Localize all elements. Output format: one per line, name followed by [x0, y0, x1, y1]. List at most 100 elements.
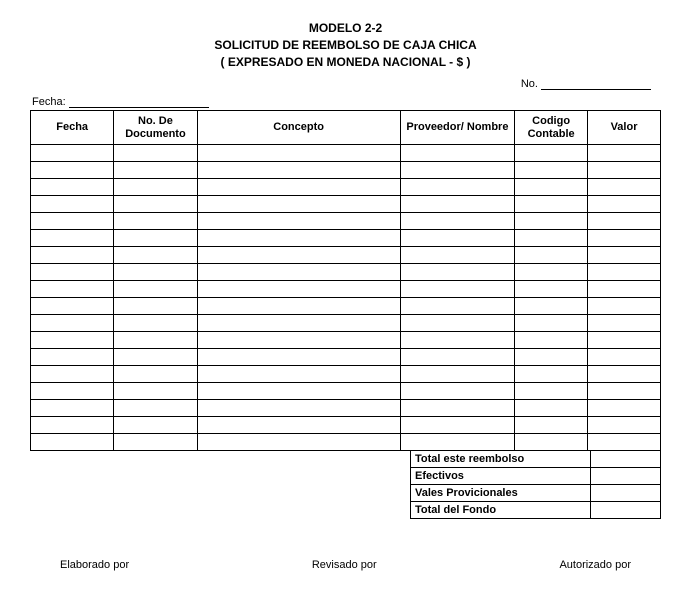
cell-concepto[interactable]	[197, 400, 400, 417]
cell-cod[interactable]	[515, 196, 588, 213]
cell-prov[interactable]	[400, 417, 515, 434]
cell-concepto[interactable]	[197, 247, 400, 264]
cell-cod[interactable]	[515, 162, 588, 179]
cell-doc[interactable]	[114, 383, 197, 400]
cell-fecha[interactable]	[31, 366, 114, 383]
cell-prov[interactable]	[400, 213, 515, 230]
cell-valor[interactable]	[588, 179, 661, 196]
cell-concepto[interactable]	[197, 196, 400, 213]
cell-prov[interactable]	[400, 162, 515, 179]
cell-valor[interactable]	[588, 332, 661, 349]
cell-doc[interactable]	[114, 434, 197, 451]
cell-valor[interactable]	[588, 230, 661, 247]
cell-valor[interactable]	[588, 400, 661, 417]
no-input-line[interactable]	[541, 89, 651, 90]
cell-fecha[interactable]	[31, 383, 114, 400]
summary-value[interactable]	[591, 502, 661, 519]
cell-fecha[interactable]	[31, 349, 114, 366]
cell-doc[interactable]	[114, 332, 197, 349]
cell-concepto[interactable]	[197, 417, 400, 434]
cell-cod[interactable]	[515, 230, 588, 247]
cell-prov[interactable]	[400, 179, 515, 196]
cell-fecha[interactable]	[31, 400, 114, 417]
cell-fecha[interactable]	[31, 315, 114, 332]
cell-concepto[interactable]	[197, 179, 400, 196]
summary-value[interactable]	[591, 468, 661, 485]
cell-doc[interactable]	[114, 400, 197, 417]
cell-doc[interactable]	[114, 247, 197, 264]
cell-fecha[interactable]	[31, 298, 114, 315]
cell-doc[interactable]	[114, 264, 197, 281]
cell-concepto[interactable]	[197, 383, 400, 400]
summary-value[interactable]	[591, 451, 661, 468]
cell-fecha[interactable]	[31, 179, 114, 196]
cell-valor[interactable]	[588, 264, 661, 281]
cell-cod[interactable]	[515, 298, 588, 315]
cell-cod[interactable]	[515, 332, 588, 349]
cell-fecha[interactable]	[31, 230, 114, 247]
cell-valor[interactable]	[588, 417, 661, 434]
cell-doc[interactable]	[114, 366, 197, 383]
cell-valor[interactable]	[588, 349, 661, 366]
cell-concepto[interactable]	[197, 349, 400, 366]
cell-fecha[interactable]	[31, 162, 114, 179]
cell-cod[interactable]	[515, 434, 588, 451]
cell-cod[interactable]	[515, 281, 588, 298]
cell-concepto[interactable]	[197, 230, 400, 247]
cell-concepto[interactable]	[197, 434, 400, 451]
cell-prov[interactable]	[400, 298, 515, 315]
cell-valor[interactable]	[588, 196, 661, 213]
cell-doc[interactable]	[114, 315, 197, 332]
cell-cod[interactable]	[515, 247, 588, 264]
cell-fecha[interactable]	[31, 332, 114, 349]
cell-prov[interactable]	[400, 247, 515, 264]
cell-doc[interactable]	[114, 349, 197, 366]
cell-concepto[interactable]	[197, 315, 400, 332]
cell-prov[interactable]	[400, 366, 515, 383]
cell-concepto[interactable]	[197, 281, 400, 298]
cell-fecha[interactable]	[31, 434, 114, 451]
fecha-input-line[interactable]	[69, 107, 209, 108]
cell-valor[interactable]	[588, 383, 661, 400]
cell-doc[interactable]	[114, 298, 197, 315]
cell-fecha[interactable]	[31, 417, 114, 434]
cell-cod[interactable]	[515, 264, 588, 281]
cell-prov[interactable]	[400, 315, 515, 332]
cell-fecha[interactable]	[31, 281, 114, 298]
cell-prov[interactable]	[400, 264, 515, 281]
cell-prov[interactable]	[400, 383, 515, 400]
cell-valor[interactable]	[588, 247, 661, 264]
cell-fecha[interactable]	[31, 196, 114, 213]
cell-valor[interactable]	[588, 366, 661, 383]
cell-concepto[interactable]	[197, 366, 400, 383]
cell-valor[interactable]	[588, 298, 661, 315]
cell-cod[interactable]	[515, 213, 588, 230]
cell-concepto[interactable]	[197, 213, 400, 230]
cell-valor[interactable]	[588, 145, 661, 162]
cell-concepto[interactable]	[197, 332, 400, 349]
cell-cod[interactable]	[515, 315, 588, 332]
cell-cod[interactable]	[515, 145, 588, 162]
cell-doc[interactable]	[114, 196, 197, 213]
summary-value[interactable]	[591, 485, 661, 502]
cell-prov[interactable]	[400, 281, 515, 298]
cell-cod[interactable]	[515, 383, 588, 400]
cell-valor[interactable]	[588, 281, 661, 298]
cell-prov[interactable]	[400, 434, 515, 451]
cell-concepto[interactable]	[197, 298, 400, 315]
cell-valor[interactable]	[588, 213, 661, 230]
cell-cod[interactable]	[515, 179, 588, 196]
cell-doc[interactable]	[114, 281, 197, 298]
cell-prov[interactable]	[400, 349, 515, 366]
cell-concepto[interactable]	[197, 264, 400, 281]
cell-fecha[interactable]	[31, 145, 114, 162]
cell-fecha[interactable]	[31, 213, 114, 230]
cell-doc[interactable]	[114, 417, 197, 434]
cell-prov[interactable]	[400, 400, 515, 417]
cell-doc[interactable]	[114, 179, 197, 196]
cell-prov[interactable]	[400, 145, 515, 162]
cell-concepto[interactable]	[197, 145, 400, 162]
cell-prov[interactable]	[400, 332, 515, 349]
cell-concepto[interactable]	[197, 162, 400, 179]
cell-cod[interactable]	[515, 349, 588, 366]
